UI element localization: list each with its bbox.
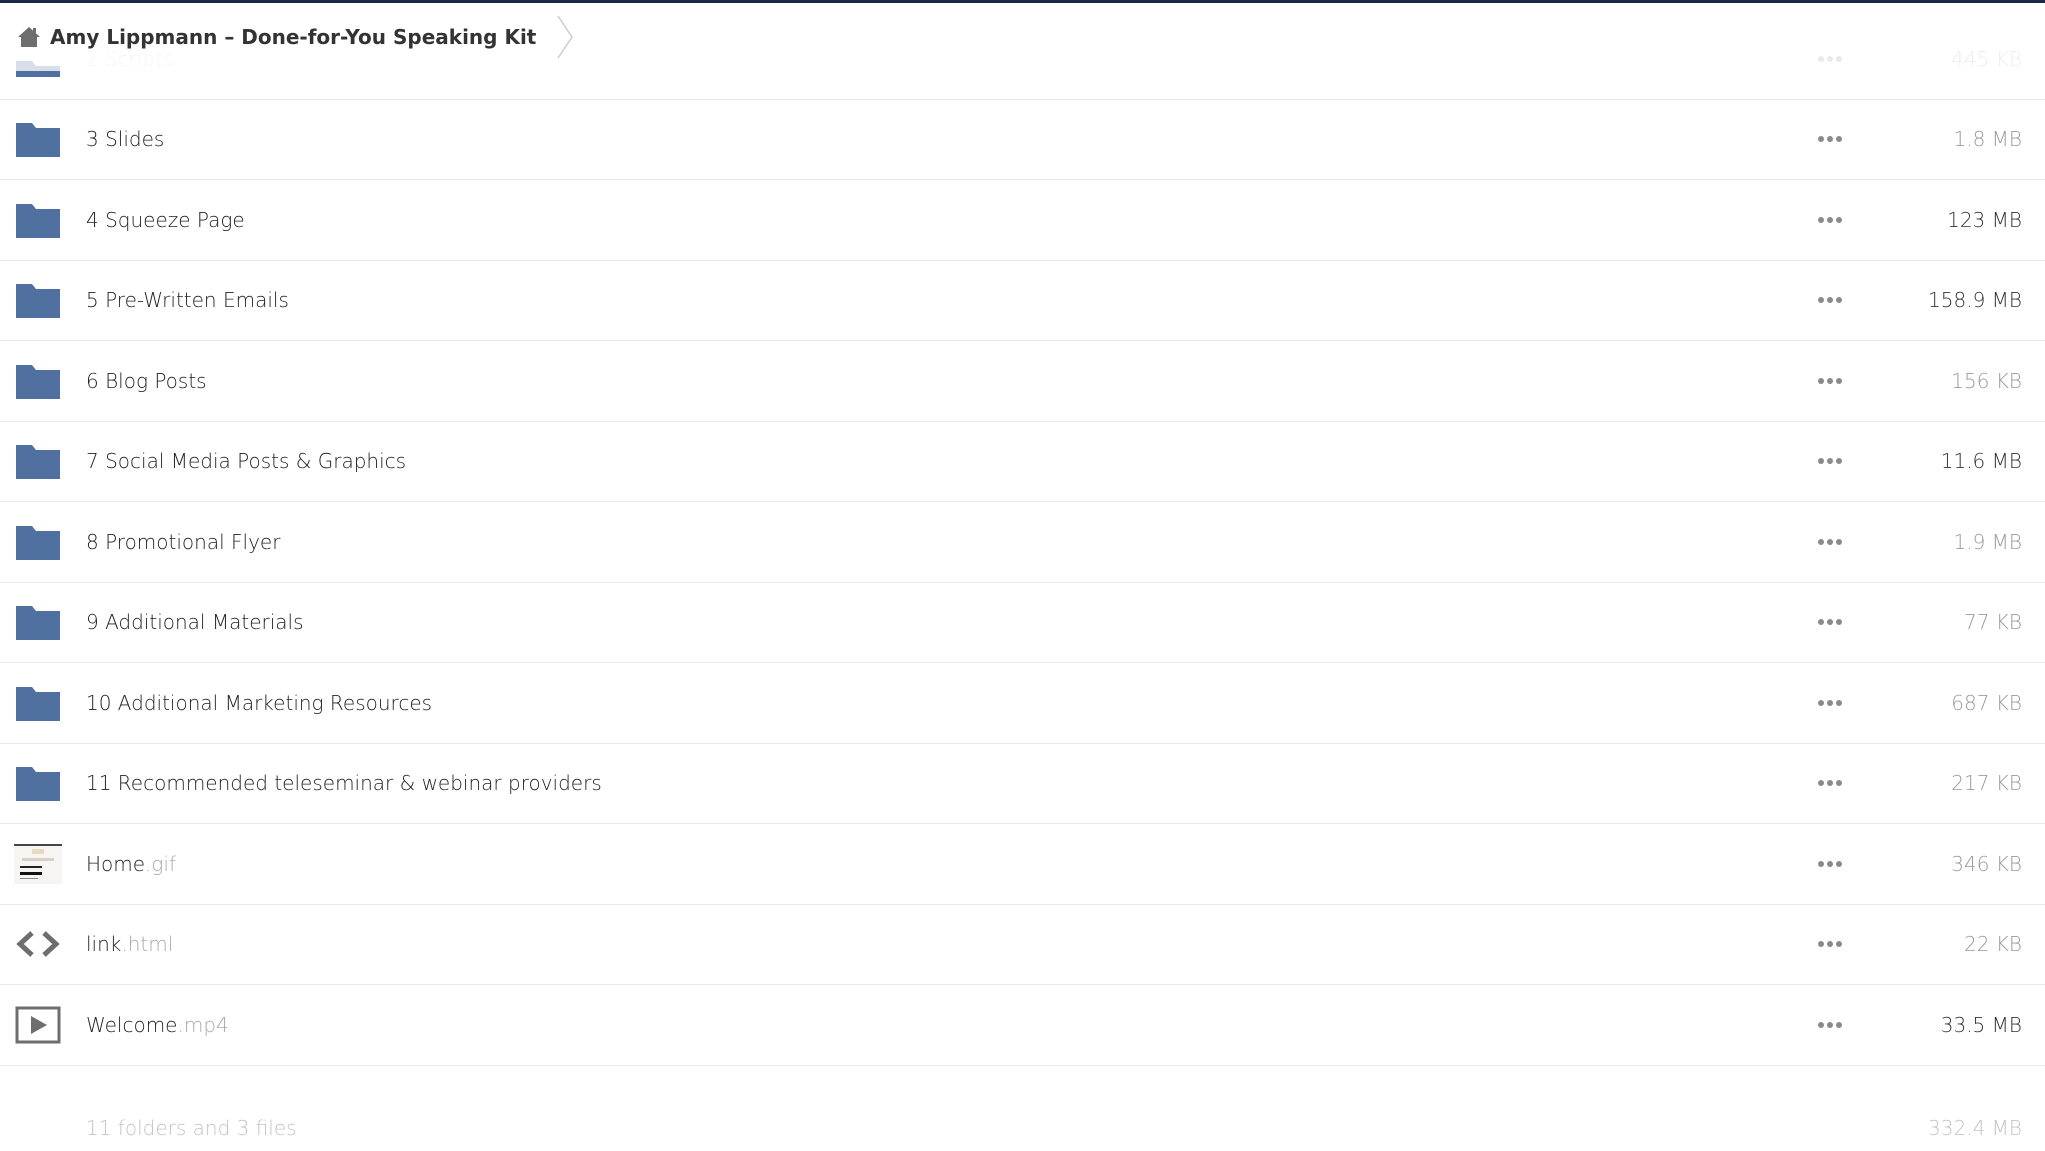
file-name-base: 11 Recommended teleseminar & webinar pro… bbox=[86, 771, 602, 796]
file-size: 346 KB bbox=[1951, 851, 2022, 876]
file-size: 1.8 MB bbox=[1953, 127, 2022, 152]
file-row[interactable]: 4 Squeeze Page 123 MB bbox=[0, 180, 2045, 261]
file-size: 1.9 MB bbox=[1953, 529, 2022, 554]
file-name-base: 6 Blog Posts bbox=[86, 368, 207, 393]
file-size: 687 KB bbox=[1951, 690, 2022, 715]
file-name[interactable]: 5 Pre-Written Emails bbox=[86, 288, 289, 312]
folder-icon bbox=[14, 280, 62, 320]
file-size: 11.6 MB bbox=[1940, 449, 2022, 474]
folder-icon bbox=[14, 200, 62, 240]
more-actions-icon[interactable] bbox=[1812, 210, 1848, 230]
file-extension: .gif bbox=[145, 851, 177, 876]
file-name[interactable]: 4 Squeeze Page bbox=[86, 208, 245, 232]
video-play-icon bbox=[14, 1005, 62, 1045]
folder-icon bbox=[14, 119, 62, 159]
file-size: 77 KB bbox=[1963, 610, 2022, 635]
file-name-base: 4 Squeeze Page bbox=[86, 207, 245, 232]
file-row[interactable]: 5 Pre-Written Emails 158.9 MB bbox=[0, 261, 2045, 341]
file-size: 123 MB bbox=[1947, 207, 2022, 232]
more-actions-icon[interactable] bbox=[1812, 371, 1848, 391]
file-name-base: 7 Social Media Posts & Graphics bbox=[86, 449, 407, 474]
file-row[interactable]: 6 Blog Posts 156 KB bbox=[0, 341, 2045, 422]
file-name[interactable]: link.html bbox=[86, 932, 173, 956]
file-name[interactable]: 6 Blog Posts bbox=[86, 369, 207, 393]
more-actions-icon[interactable] bbox=[1812, 290, 1848, 310]
image-thumbnail-icon bbox=[14, 843, 62, 884]
more-actions-icon[interactable] bbox=[1812, 451, 1848, 471]
breadcrumb-separator-icon bbox=[554, 14, 576, 60]
file-size: 22 KB bbox=[1963, 932, 2022, 957]
breadcrumb: Amy Lippmann – Done-for-You Speaking Kit bbox=[0, 3, 587, 71]
folder-icon bbox=[14, 683, 62, 723]
file-name[interactable]: 7 Social Media Posts & Graphics bbox=[86, 449, 406, 473]
file-name-base: 10 Additional Marketing Resources bbox=[86, 690, 433, 715]
file-row[interactable]: Welcome.mp4 33.5 MB bbox=[0, 985, 2045, 1066]
more-actions-icon[interactable] bbox=[1812, 934, 1848, 954]
file-size: 158.9 MB bbox=[1928, 288, 2022, 313]
file-name[interactable]: 8 Promotional Flyer bbox=[86, 530, 280, 554]
file-browser-page: 2 Scripts445 KB3 Slides1.8 MB4 Squeeze P… bbox=[0, 0, 2045, 1151]
file-name[interactable]: 9 Additional Materials bbox=[86, 610, 304, 634]
file-row[interactable]: 11 Recommended teleseminar & webinar pro… bbox=[0, 744, 2045, 824]
file-row[interactable]: 9 Additional Materials 77 KB bbox=[0, 583, 2045, 663]
more-actions-icon[interactable] bbox=[1812, 773, 1848, 793]
folder-icon bbox=[14, 602, 62, 642]
file-name[interactable]: 3 Slides bbox=[86, 127, 164, 151]
more-actions-icon[interactable] bbox=[1812, 1015, 1848, 1035]
more-actions-icon[interactable] bbox=[1812, 854, 1848, 874]
more-actions-icon[interactable] bbox=[1812, 49, 1848, 69]
folder-icon bbox=[14, 522, 62, 562]
file-name-base: Welcome bbox=[86, 1012, 178, 1037]
file-row[interactable]: 3 Slides 1.8 MB bbox=[0, 100, 2045, 180]
breadcrumb-current-folder[interactable]: Amy Lippmann – Done-for-You Speaking Kit bbox=[50, 25, 536, 49]
more-actions-icon[interactable] bbox=[1812, 693, 1848, 713]
file-row[interactable]: Home.gif 346 KB bbox=[0, 824, 2045, 905]
file-name-base: 8 Promotional Flyer bbox=[86, 529, 281, 554]
more-actions-icon[interactable] bbox=[1812, 129, 1848, 149]
file-name-base: 9 Additional Materials bbox=[86, 610, 304, 635]
folder-icon bbox=[14, 763, 62, 803]
file-name-base: link bbox=[86, 932, 122, 957]
file-size: 33.5 MB bbox=[1940, 1012, 2022, 1037]
file-name[interactable]: Home.gif bbox=[86, 852, 176, 876]
file-name-base: Home bbox=[86, 851, 146, 876]
file-name[interactable]: Welcome.mp4 bbox=[86, 1013, 229, 1037]
home-icon[interactable] bbox=[16, 25, 42, 49]
file-summary: 11 folders and 3 files 332.4 MB bbox=[0, 1066, 2045, 1151]
folder-icon bbox=[14, 361, 62, 401]
file-name-base: 5 Pre-Written Emails bbox=[86, 288, 289, 313]
file-size: 445 KB bbox=[1951, 46, 2022, 71]
file-row[interactable]: 8 Promotional Flyer 1.9 MB bbox=[0, 502, 2045, 583]
summary-total-size: 332.4 MB bbox=[1928, 1115, 2022, 1140]
code-icon bbox=[14, 924, 62, 964]
file-list: 2 Scripts445 KB3 Slides1.8 MB4 Squeeze P… bbox=[0, 19, 2045, 1151]
file-size: 217 KB bbox=[1951, 771, 2022, 796]
more-actions-icon[interactable] bbox=[1812, 532, 1848, 552]
file-name[interactable]: 10 Additional Marketing Resources bbox=[86, 691, 432, 715]
file-row[interactable]: 7 Social Media Posts & Graphics 11.6 MB bbox=[0, 422, 2045, 502]
file-extension: .html bbox=[121, 932, 174, 957]
summary-count: 11 folders and 3 files bbox=[86, 1115, 297, 1140]
folder-icon bbox=[14, 441, 62, 481]
more-actions-icon[interactable] bbox=[1812, 612, 1848, 632]
file-row[interactable]: link.html 22 KB bbox=[0, 905, 2045, 985]
file-name[interactable]: 11 Recommended teleseminar & webinar pro… bbox=[86, 771, 602, 795]
file-row[interactable]: 10 Additional Marketing Resources 687 KB bbox=[0, 663, 2045, 744]
file-size: 156 KB bbox=[1951, 368, 2022, 393]
file-name-base: 3 Slides bbox=[86, 127, 165, 152]
file-extension: .mp4 bbox=[177, 1012, 229, 1037]
